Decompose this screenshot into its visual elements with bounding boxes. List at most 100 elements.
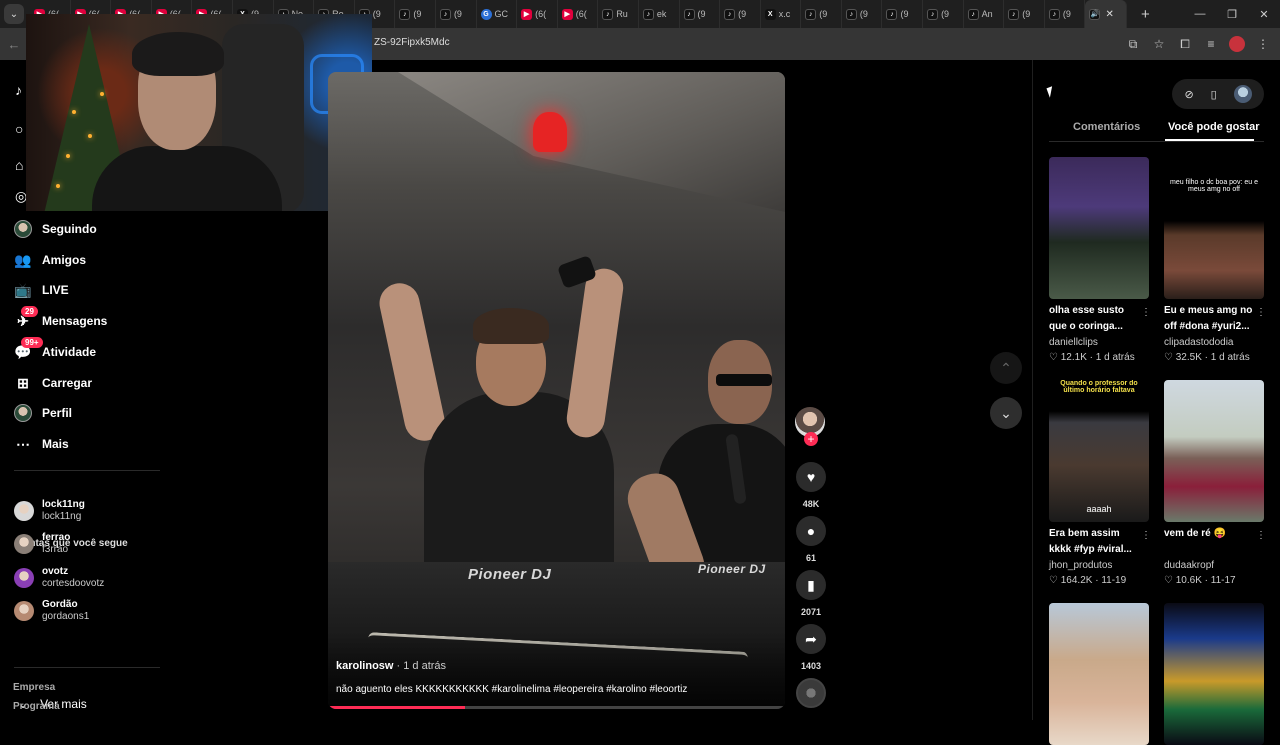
friends-icon: 👥 bbox=[14, 251, 32, 268]
back-arrow-icon[interactable]: ← bbox=[0, 37, 28, 52]
browser-tab[interactable]: G GC bbox=[477, 0, 518, 28]
card-author[interactable]: dudaakropf bbox=[1164, 560, 1264, 572]
sidebar-item-live[interactable]: 📺 LIVE bbox=[14, 279, 68, 301]
footer-link-program[interactable]: Programa bbox=[13, 701, 60, 712]
footer-link-company[interactable]: Empresa bbox=[13, 682, 55, 693]
card-author[interactable]: daniellclips bbox=[1049, 337, 1149, 349]
account-names: ferrao f3rrao bbox=[42, 532, 70, 556]
divider bbox=[14, 667, 160, 668]
browser-tab[interactable]: Xx.c bbox=[761, 0, 802, 28]
browser-tab[interactable]: ▶(6( bbox=[517, 0, 558, 28]
video-player[interactable]: Pioneer DJ Pioneer DJ karolinosw · 1 d a… bbox=[328, 72, 785, 709]
save-count: 2071 bbox=[800, 607, 822, 617]
browser-tab[interactable]: ♪(9 bbox=[1045, 0, 1086, 28]
share-arrow-icon[interactable]: ➦ bbox=[796, 624, 826, 654]
close-tab-icon[interactable]: ✕ bbox=[1105, 9, 1113, 20]
new-tab-button[interactable]: + bbox=[1133, 6, 1157, 23]
card-more-icon[interactable]: ⋮ bbox=[1256, 530, 1266, 541]
card-stats: ♡ 10.6K · 11-17 bbox=[1164, 575, 1264, 587]
sidebar-item-atividade[interactable]: 💬 99+ Atividade bbox=[14, 337, 96, 363]
sidebar-item-mais[interactable]: ⋯ Mais bbox=[14, 433, 69, 455]
next-video-chevron-down-icon[interactable]: ⌄ bbox=[990, 397, 1022, 429]
music-disc-icon[interactable] bbox=[796, 678, 826, 708]
browser-tab[interactable]: ♪(9 bbox=[436, 0, 477, 28]
card-more-icon[interactable]: ⋮ bbox=[1256, 307, 1266, 318]
card-author[interactable]: jhon_produtos bbox=[1049, 560, 1149, 572]
following-account[interactable]: ovotz cortesdoovotz bbox=[14, 564, 104, 592]
recommended-video-card[interactable]: Quando o professor do último horário fal… bbox=[1049, 380, 1151, 587]
video-author[interactable]: karolinosw bbox=[336, 660, 393, 672]
media-controls-icon[interactable]: ≡ bbox=[1200, 33, 1222, 55]
card-more-icon[interactable]: ⋮ bbox=[1141, 530, 1151, 541]
browser-tab[interactable]: ♪(9 bbox=[842, 0, 883, 28]
card-title[interactable]: Eu e meus amg no off #dona #yuri2... bbox=[1164, 303, 1256, 335]
phone-icon[interactable]: ▯ bbox=[1211, 88, 1217, 101]
sidebar-item-perfil[interactable]: Perfil bbox=[14, 402, 72, 424]
browser-tab[interactable]: ♪(9 bbox=[923, 0, 964, 28]
address-bar-url[interactable]: ZS-92Fipxk5Mdc bbox=[374, 37, 450, 48]
user-avatar[interactable] bbox=[1233, 85, 1252, 103]
recommended-video-card[interactable]: olha esse susto que o coringa... ⋮ daniell… bbox=[1049, 157, 1151, 364]
browser-tab[interactable]: ♪(9 bbox=[680, 0, 721, 28]
separator: · bbox=[1201, 575, 1211, 586]
tab-title: (9 bbox=[738, 9, 747, 19]
bookmark-star-icon[interactable]: ☆ bbox=[1148, 33, 1170, 55]
recommended-video-card[interactable] bbox=[1164, 603, 1264, 745]
following-account[interactable]: Gordão gordaons1 bbox=[14, 597, 89, 625]
browser-tab[interactable]: ♪(9 bbox=[801, 0, 842, 28]
following-account[interactable]: ferrao f3rrao bbox=[14, 530, 70, 558]
video-thumbnail[interactable]: meu filho o dc boa pov: eu e meus amg no… bbox=[1164, 157, 1264, 299]
sidebar-item-carregar[interactable]: ⊞ Carregar bbox=[14, 372, 92, 394]
account-handle: gordaons1 bbox=[42, 611, 90, 622]
browser-tab[interactable]: ♪ ek bbox=[639, 0, 680, 28]
browser-tab[interactable]: ♪ An bbox=[964, 0, 1005, 28]
browser-tab-active[interactable]: 🔊 ✕ bbox=[1085, 0, 1128, 28]
card-likes: 12.1K bbox=[1060, 352, 1087, 363]
bookmark-icon[interactable]: ▮ bbox=[796, 570, 826, 600]
recommended-video-card[interactable] bbox=[1049, 603, 1149, 745]
restore-icon[interactable]: ❐ bbox=[1216, 0, 1248, 28]
browser-tab[interactable]: ♪(9 bbox=[1004, 0, 1045, 28]
sidebar-item-seguindo[interactable]: Seguindo bbox=[14, 218, 97, 240]
sidebar-item-mensagens[interactable]: ✈ 29 Mensagens bbox=[14, 306, 107, 332]
video-thumbnail[interactable] bbox=[1164, 603, 1264, 745]
account-names: Gordão gordaons1 bbox=[42, 599, 89, 623]
card-author[interactable]: clipadastododia bbox=[1164, 337, 1264, 349]
like-heart-icon[interactable]: ♥ bbox=[796, 462, 826, 492]
extensions-icon[interactable]: ⧠ bbox=[1174, 33, 1196, 55]
notification-badge: 29 bbox=[21, 306, 38, 317]
card-title[interactable]: vem de ré 😝 bbox=[1164, 526, 1256, 558]
sidebar-item-amigos[interactable]: 👥 Amigos bbox=[14, 249, 86, 271]
browser-tab[interactable]: ♪(9 bbox=[395, 0, 436, 28]
video-thumbnail[interactable] bbox=[1164, 380, 1264, 522]
video-author-line[interactable]: karolinosw · 1 d atrás bbox=[336, 660, 446, 672]
browser-tab[interactable]: ♪(9 bbox=[720, 0, 761, 28]
follow-plus-icon[interactable]: + bbox=[804, 432, 818, 446]
close-window-icon[interactable]: ✕ bbox=[1248, 0, 1280, 28]
recommended-video-card[interactable]: vem de ré 😝 ⋮ dudaakropf ♡ 10.6K · 11-17 bbox=[1164, 380, 1266, 587]
profile-avatar[interactable] bbox=[1229, 36, 1245, 52]
recommended-video-card[interactable]: meu filho o dc boa pov: eu e meus amg no… bbox=[1164, 157, 1266, 364]
card-more-icon[interactable]: ⋮ bbox=[1141, 307, 1151, 318]
video-progress-bar[interactable] bbox=[328, 706, 785, 709]
minimize-icon[interactable]: — bbox=[1184, 0, 1216, 28]
card-title[interactable]: Era bem assim kkkk #fyp #viral... bbox=[1049, 526, 1141, 558]
separator: · bbox=[1086, 352, 1096, 363]
browser-menu-icon[interactable]: ⋮ bbox=[1252, 33, 1274, 55]
browser-tab[interactable]: ♪ Ru bbox=[598, 0, 639, 28]
compass-icon[interactable]: ⊘ bbox=[1184, 88, 1193, 101]
video-thumbnail[interactable] bbox=[1049, 157, 1149, 299]
install-app-icon[interactable]: ⧉ bbox=[1122, 33, 1144, 55]
tab-search-button[interactable]: ⌄ bbox=[4, 4, 24, 24]
video-thumbnail[interactable]: Quando o professor do último horário fal… bbox=[1049, 380, 1149, 522]
comment-icon[interactable]: ● bbox=[796, 516, 826, 546]
tab-comments[interactable]: Comentários bbox=[1073, 121, 1140, 133]
account-handle: cortesdoovotz bbox=[42, 578, 105, 589]
tab-you-may-like[interactable]: Você pode gostar bbox=[1168, 121, 1259, 133]
video-thumbnail[interactable] bbox=[1049, 603, 1149, 745]
browser-tab[interactable]: ▶(6( bbox=[558, 0, 599, 28]
following-account[interactable]: lock11ng lock11ng bbox=[14, 497, 85, 525]
browser-tab[interactable]: ♪(9 bbox=[882, 0, 924, 28]
card-title[interactable]: olha esse susto que o coringa... bbox=[1049, 303, 1141, 335]
previous-video-chevron-up-icon[interactable]: ⌃ bbox=[990, 352, 1022, 384]
